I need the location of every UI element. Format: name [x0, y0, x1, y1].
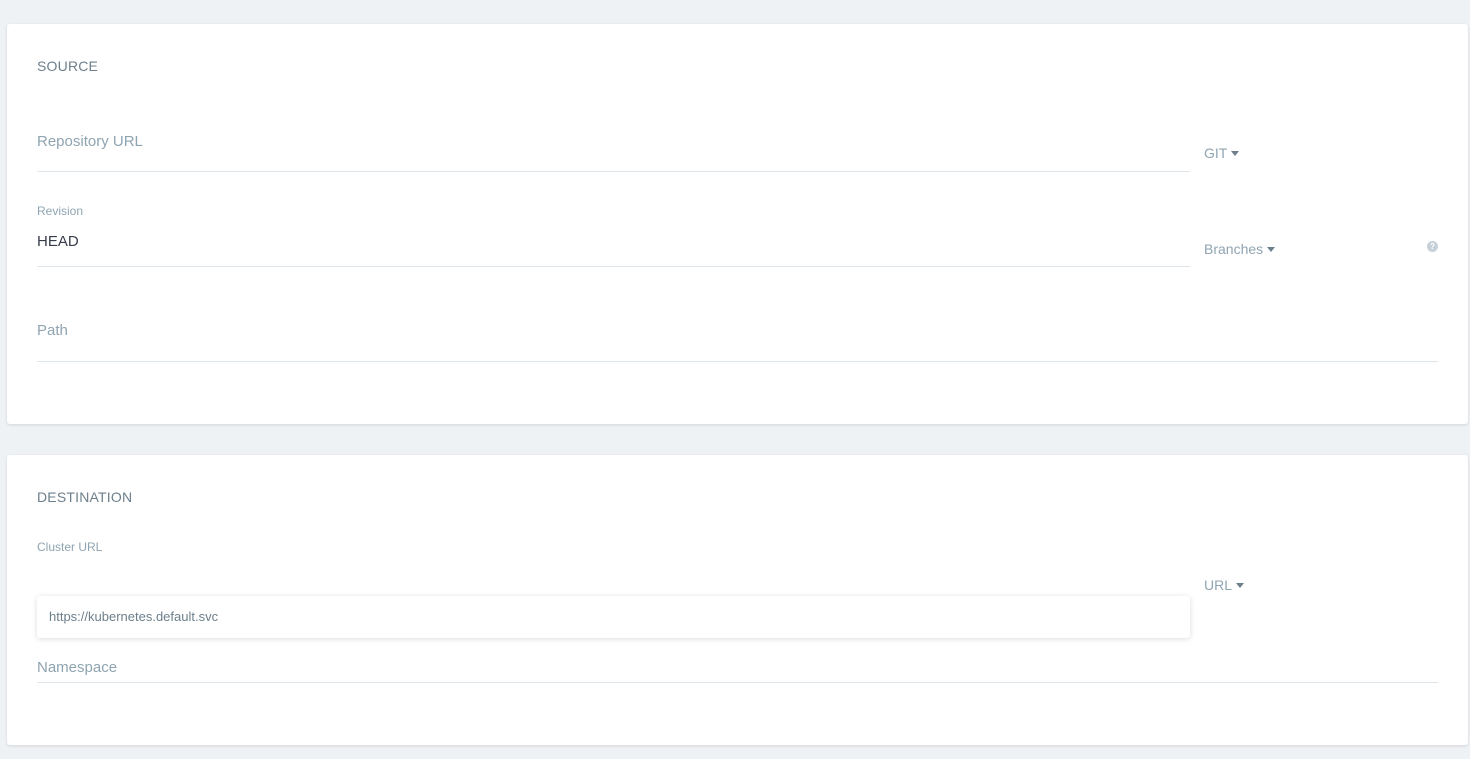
path-placeholder: Path	[37, 322, 68, 339]
autocomplete-option[interactable]: https://kubernetes.default.svc	[49, 609, 218, 624]
revision-underline	[37, 266, 1190, 267]
cluster-type-dropdown[interactable]: URL	[1204, 577, 1245, 593]
namespace-underline	[37, 682, 1438, 683]
caret-down-icon	[1236, 583, 1245, 588]
repository-url-underline	[37, 171, 1190, 172]
revision-label: Revision	[37, 204, 84, 218]
repo-type-dropdown-label: GIT	[1204, 145, 1228, 161]
cluster-url-label: Cluster URL	[37, 540, 103, 554]
destination-panel: DESTINATION Cluster URL URL Namespace ht…	[7, 455, 1468, 745]
repository-url-placeholder: Repository URL	[37, 133, 143, 150]
source-section-title: SOURCE	[37, 58, 99, 74]
destination-section-title: DESTINATION	[37, 489, 133, 505]
repo-type-dropdown[interactable]: GIT	[1204, 145, 1240, 161]
namespace-placeholder: Namespace	[37, 659, 118, 676]
source-panel: SOURCE Repository URL GIT Revision HEAD …	[7, 24, 1468, 424]
revision-type-dropdown-label: Branches	[1204, 241, 1264, 257]
cluster-url-autocomplete: https://kubernetes.default.svc	[37, 596, 1190, 638]
caret-down-icon	[1267, 247, 1276, 252]
path-underline	[37, 361, 1438, 362]
revision-value: HEAD	[37, 233, 79, 250]
revision-type-dropdown[interactable]: Branches	[1204, 241, 1276, 257]
cluster-type-dropdown-label: URL	[1204, 577, 1233, 593]
question-circle-icon[interactable]: ?	[1427, 241, 1438, 252]
caret-down-icon	[1231, 151, 1240, 156]
